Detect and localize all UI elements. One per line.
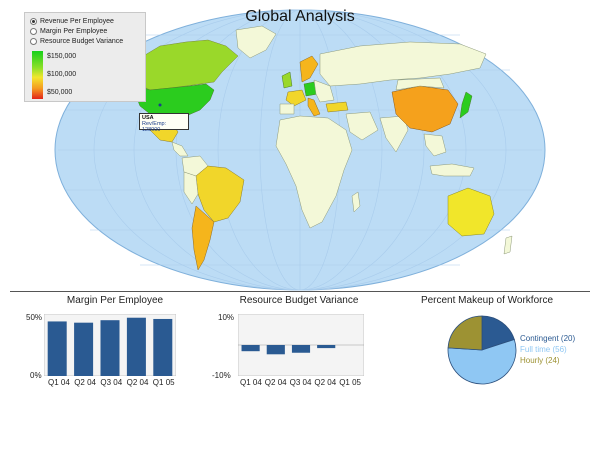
pie-legend-fulltime: Full time (56) [520,345,567,354]
tooltip-value: Rev/Emp: 128000 [142,121,167,133]
bar[interactable] [317,345,336,349]
bar[interactable] [47,321,67,376]
radio-button-selected[interactable] [30,18,37,25]
map-control-panel: Revenue Per Employee Margin Per Employee… [24,12,146,102]
pie-legend-hourly: Hourly (24) [520,356,560,365]
chart-title-margin: Margin Per Employee [66,295,164,306]
x-tick-label: Q1 04 [240,378,262,387]
x-tick-label: Q2 04 [314,378,337,387]
y-tick-label-top: 50% [26,313,43,322]
y-tick-label-bottom: -10% [212,371,231,380]
margin-bar-chart[interactable] [44,314,176,376]
color-legend-bar [32,51,43,99]
bar[interactable] [291,345,311,353]
radio-label: Margin Per Employee [40,28,108,35]
legend-label-low: $50,000 [47,89,73,96]
workforce-pie-chart[interactable] [446,314,518,386]
bar[interactable] [74,322,94,376]
x-tick-label: Q3 04 [289,378,312,387]
bar[interactable] [153,318,173,376]
radio-label: Resource Budget Variance [40,38,124,45]
tooltip-anchor [158,103,162,107]
radio-margin-per-employee[interactable]: Margin Per Employee [30,27,107,36]
bar[interactable] [241,345,260,352]
x-tick-label: Q3 04 [100,378,123,387]
x-tick-label: Q2 04 [126,378,149,387]
x-tick-label: Q1 05 [339,378,361,387]
bar[interactable] [100,320,120,376]
legend-label-high: $150,000 [47,53,77,60]
country-turkey[interactable] [325,101,349,113]
world-map-area: Global Analysis Revenue Per Employee Mar… [0,0,600,292]
chart-title-variance: Resource Budget Variance [239,295,359,306]
x-tick-label: Q1 04 [48,378,70,387]
dashboard-window: Global Analysis Revenue Per Employee Mar… [0,0,600,464]
variance-bar-chart[interactable] [238,314,364,376]
radio-revenue-per-employee[interactable]: Revenue Per Employee [30,17,114,26]
country-spain[interactable] [279,103,295,115]
radio-label: Revenue Per Employee [40,18,114,25]
bar[interactable] [266,345,285,355]
y-tick-label-top: 10% [218,313,235,322]
bar[interactable] [126,317,146,376]
section-divider [10,291,590,292]
y-tick-label-bottom: 0% [30,371,42,380]
x-tick-label: Q1 05 [152,378,175,387]
pie-slice[interactable] [447,315,483,351]
radio-button[interactable] [30,28,37,35]
legend-label-mid: $100,000 [47,71,77,78]
map-tooltip: USA Rev/Emp: 128000 [139,113,189,133]
pie-legend-contingent: Contingent (20) [520,334,576,343]
radio-resource-budget-variance[interactable]: Resource Budget Variance [30,37,123,46]
radio-button[interactable] [30,38,37,45]
x-tick-label: Q2 04 [74,378,96,387]
country-new-zealand[interactable] [503,235,513,255]
chart-title-workforce: Percent Makeup of Workforce [420,295,554,306]
x-tick-label: Q2 04 [264,378,287,387]
